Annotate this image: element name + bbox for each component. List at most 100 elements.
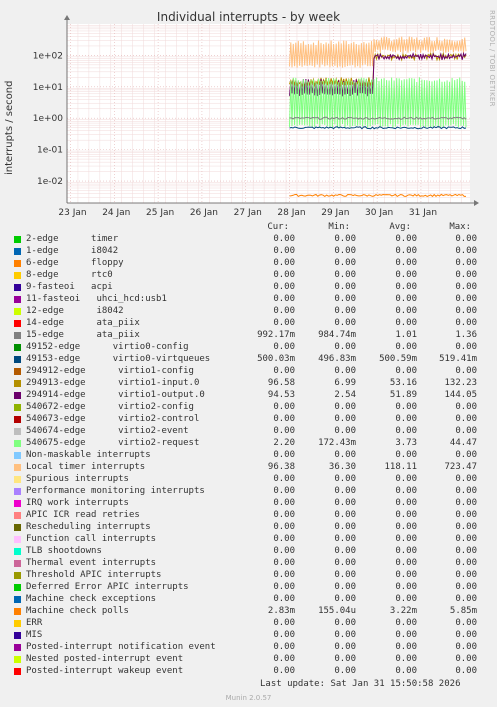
legend-value-max: 0.00 xyxy=(455,642,477,652)
legend-label: 540672-edge virtio2-config xyxy=(26,402,194,412)
legend-label: 8-edge rtc0 xyxy=(26,270,113,280)
legend-label: Non-maskable interrupts xyxy=(26,450,151,460)
y-tick-label: 1e+02 xyxy=(33,51,63,61)
legend-value-min: 0.00 xyxy=(334,294,356,304)
legend-value-max: 0.00 xyxy=(455,546,477,556)
legend-value-max: 723.47 xyxy=(444,462,477,472)
legend-header-max: Max: xyxy=(449,222,471,232)
legend-value-max: 0.00 xyxy=(455,618,477,628)
legend-value-max: 0.00 xyxy=(455,654,477,664)
legend-row: 294913-edge virtio1-input.0 96.58 6.99 53.1… xyxy=(14,378,484,390)
legend-label: 49153-edge virtio0-virtqueues xyxy=(26,354,211,364)
legend-value-cur: 0.00 xyxy=(273,594,295,604)
legend-value-avg: 0.00 xyxy=(395,234,417,244)
legend-label: 49152-edge virtio0-config xyxy=(26,342,189,352)
legend-value-min: 172.43m xyxy=(318,438,356,448)
legend-swatch xyxy=(14,464,21,471)
legend-value-min: 0.00 xyxy=(334,654,356,664)
x-tick-label: 28 Jan xyxy=(277,208,305,218)
legend-swatch xyxy=(14,344,21,351)
legend-value-avg: 0.00 xyxy=(395,342,417,352)
legend-swatch xyxy=(14,308,21,315)
legend-value-min: 0.00 xyxy=(334,534,356,544)
legend-swatch xyxy=(14,404,21,411)
legend-swatch xyxy=(14,332,21,339)
legend-label: 294913-edge virtio1-input.0 xyxy=(26,378,200,388)
legend-row: 8-edge rtc0 0.00 0.00 0.00 0.00 xyxy=(14,270,484,282)
x-tick-label: 31 Jan xyxy=(409,208,437,218)
legend-label: 15-edge ata_piix xyxy=(26,330,140,340)
legend-value-min: 0.00 xyxy=(334,246,356,256)
legend-value-cur: 2.20 xyxy=(273,438,295,448)
legend-value-avg: 3.22m xyxy=(389,606,417,616)
legend-value-min: 0.00 xyxy=(334,270,356,280)
legend-label: Posted-interrupt notification event xyxy=(26,642,216,652)
legend-row: 49153-edge virtio0-virtqueues 500.03m 496.… xyxy=(14,354,484,366)
legend-value-avg: 51.89 xyxy=(389,390,417,400)
legend-row: 2-edge timer 0.00 0.00 0.00 0.00 xyxy=(14,234,484,246)
legend-label: 11-fasteoi uhci_hcd:usb1 xyxy=(26,294,167,304)
legend-value-max: 0.00 xyxy=(455,402,477,412)
legend-label: APIC ICR read retries xyxy=(26,510,140,520)
legend-value-max: 0.00 xyxy=(455,246,477,256)
legend-value-cur: 0.00 xyxy=(273,654,295,664)
legend-swatch xyxy=(14,236,21,243)
legend-label: 14-edge ata_piix xyxy=(26,318,140,328)
legend-value-avg: 0.00 xyxy=(395,654,417,664)
legend-value-min: 0.00 xyxy=(334,306,356,316)
legend-swatch xyxy=(14,392,21,399)
legend-label: Machine check exceptions xyxy=(26,594,157,604)
legend-swatch xyxy=(14,620,21,627)
y-tick-label: 1e-02 xyxy=(37,177,63,187)
legend-value-max: 0.00 xyxy=(455,342,477,352)
x-tick-label: 26 Jan xyxy=(190,208,218,218)
legend-value-max: 0.00 xyxy=(455,306,477,316)
legend-value-cur: 0.00 xyxy=(273,282,295,292)
legend-swatch xyxy=(14,548,21,555)
legend-swatch xyxy=(14,608,21,615)
legend-value-max: 519.41m xyxy=(439,354,477,364)
legend-swatch xyxy=(14,524,21,531)
legend-value-cur: 0.00 xyxy=(273,294,295,304)
legend-swatch xyxy=(14,260,21,267)
legend-value-cur: 0.00 xyxy=(273,342,295,352)
legend-value-cur: 0.00 xyxy=(273,246,295,256)
legend-value-cur: 0.00 xyxy=(273,306,295,316)
legend-value-avg: 0.00 xyxy=(395,366,417,376)
legend-value-max: 0.00 xyxy=(455,558,477,568)
legend-value-max: 132.23 xyxy=(444,378,477,388)
legend-value-min: 0.00 xyxy=(334,450,356,460)
legend-row: IRQ work interrupts 0.00 0.00 0.00 0.00 xyxy=(14,498,484,510)
legend-value-avg: 3.73 xyxy=(395,438,417,448)
legend-swatch xyxy=(14,572,21,579)
legend-value-cur: 0.00 xyxy=(273,258,295,268)
legend-value-max: 0.00 xyxy=(455,318,477,328)
legend-swatch xyxy=(14,512,21,519)
legend-swatch xyxy=(14,536,21,543)
legend-value-avg: 0.00 xyxy=(395,594,417,604)
legend-value-min: 0.00 xyxy=(334,426,356,436)
legend-label: Thermal event interrupts xyxy=(26,558,157,568)
legend-value-max: 0.00 xyxy=(455,234,477,244)
legend-value-cur: 0.00 xyxy=(273,570,295,580)
legend-row: 15-edge ata_piix 992.17m 984.74m 1.01 1.36 xyxy=(14,330,484,342)
legend-row: Spurious interrupts 0.00 0.00 0.00 0.00 xyxy=(14,474,484,486)
legend-value-avg: 0.00 xyxy=(395,270,417,280)
legend-value-cur: 0.00 xyxy=(273,582,295,592)
legend-value-avg: 0.00 xyxy=(395,558,417,568)
legend-value-min: 6.99 xyxy=(334,378,356,388)
y-axis-arrow xyxy=(64,15,70,20)
legend-swatch xyxy=(14,656,21,663)
legend-swatch xyxy=(14,476,21,483)
legend-value-max: 0.00 xyxy=(455,294,477,304)
chart-plot: 1e-02 1e-01 1e+00 1e+01 1e+02 23 Jan 24 Jan 25 … xyxy=(33,15,479,218)
legend-value-min: 2.54 xyxy=(334,390,356,400)
legend-row: 11-fasteoi uhci_hcd:usb1 0.00 0.00 0.00 0.00 xyxy=(14,294,484,306)
legend-row: Machine check polls 2.83m 155.04u 3.22m 5.85… xyxy=(14,606,484,618)
legend-label: 1-edge i8042 xyxy=(26,246,119,256)
munin-graph: { "title": "Individual interrupts - by w… xyxy=(0,0,497,707)
legend-value-cur: 0.00 xyxy=(273,642,295,652)
legend-value-cur: 2.83m xyxy=(267,606,295,616)
legend-label: Function call interrupts xyxy=(26,534,157,544)
legend-value-max: 0.00 xyxy=(455,582,477,592)
